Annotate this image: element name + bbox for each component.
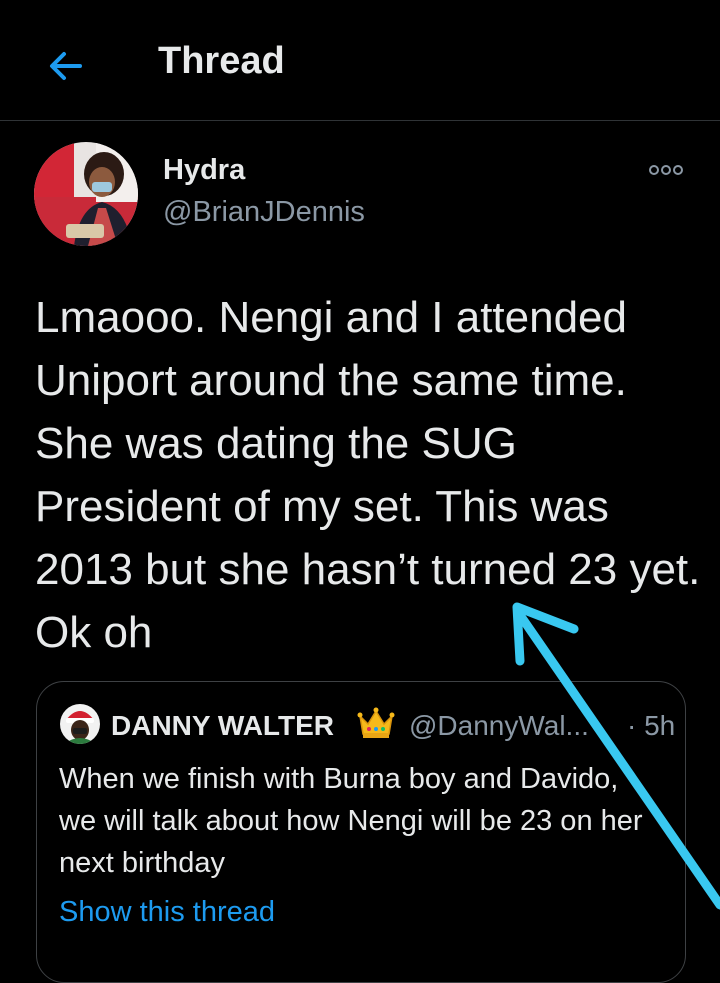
crown-emoji-icon xyxy=(357,706,395,740)
show-thread-link[interactable]: Show this thread xyxy=(59,896,275,929)
more-options-button[interactable] xyxy=(646,160,686,180)
quoted-tweet-text: When we finish with Burna boy and Davido… xyxy=(59,763,643,879)
top-bar: Thread xyxy=(0,0,720,121)
page-title: Thread xyxy=(158,40,285,82)
quoted-author-avatar[interactable] xyxy=(60,704,100,744)
quoted-author-name[interactable]: DANNY WALTER xyxy=(111,710,334,742)
author-avatar[interactable] xyxy=(34,142,138,246)
more-options-icon xyxy=(649,165,683,175)
arrow-left-icon xyxy=(50,52,82,80)
quoted-avatar-photo xyxy=(60,704,100,744)
back-button[interactable] xyxy=(44,46,88,86)
quoted-tweet-timestamp: · 5h xyxy=(627,710,676,741)
tweet-text: Lmaooo. Nengi and I attended Uniport aro… xyxy=(35,293,701,657)
author-display-name[interactable]: Hydra xyxy=(163,154,245,187)
quoted-author-handle[interactable]: @DannyWal... xyxy=(409,710,627,742)
avatar-photo xyxy=(34,142,138,246)
author-handle[interactable]: @BrianJDennis xyxy=(163,196,365,229)
quoted-tweet-card[interactable]: DANNY WALTER @DannyWal... · 5h When we f… xyxy=(36,681,686,983)
